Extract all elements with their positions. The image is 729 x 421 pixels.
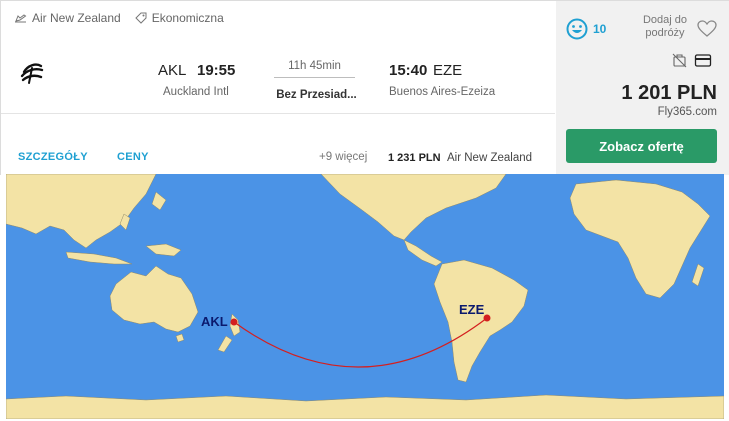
tag-icon (135, 12, 147, 24)
view-offer-button[interactable]: Zobacz ofertę (566, 129, 717, 163)
origin-marker (230, 318, 238, 326)
destination-label: EZE (459, 302, 485, 317)
offer-provider: Fly365.com (657, 106, 717, 118)
destination-marker (483, 314, 491, 322)
origin-label: AKL (201, 314, 228, 329)
cabin-class: Ekonomiczna (151, 11, 224, 25)
airplane-icon (15, 14, 27, 23)
more-offers-link[interactable]: +9 więcej (319, 151, 367, 163)
tab-details[interactable]: SZCZEGÓŁY (18, 151, 88, 163)
antarctica-shape (6, 394, 724, 419)
heart-icon[interactable] (697, 20, 717, 38)
route-map[interactable]: AKL EZE (6, 174, 724, 419)
score-value: 10 (593, 22, 607, 36)
departure-time: 19:55 (197, 62, 236, 79)
flight-meta: Air New Zealand Ekonomiczna (14, 11, 238, 25)
offer-price: 1 201 PLN (621, 82, 717, 104)
stops-info: Bez Przesiad... (276, 89, 357, 101)
airline-logo-icon (20, 63, 44, 84)
world-map: AKL EZE (6, 174, 724, 419)
alternative-airline: Air New Zealand (447, 152, 533, 164)
no-baggage-icon (672, 53, 687, 68)
flight-duration: 11h 45min (288, 60, 341, 72)
arrival-airport: Buenos Aires-Ezeiza (389, 86, 496, 98)
airline-name: Air New Zealand (32, 11, 121, 25)
airline-meta: Air New Zealand (14, 11, 121, 25)
smiley-icon (566, 18, 588, 40)
card-icon (694, 54, 712, 67)
tab-prices[interactable]: CENY (117, 151, 149, 163)
arrival-time: 15:40 (389, 62, 428, 79)
cabin-meta: Ekonomiczna (135, 11, 224, 25)
flight-info-panel: Air New Zealand Ekonomiczna AKL 19:55 Au… (1, 1, 555, 175)
departure-airport: Auckland Intl (163, 86, 229, 98)
arrival-code: EZE (433, 62, 463, 79)
departure-code: AKL (158, 62, 187, 79)
duration-line (274, 77, 355, 78)
divider (1, 113, 555, 114)
alternative-price[interactable]: 1 231 PLN (388, 152, 441, 164)
add-to-trip-label[interactable]: Dodaj do podróży (636, 14, 694, 40)
